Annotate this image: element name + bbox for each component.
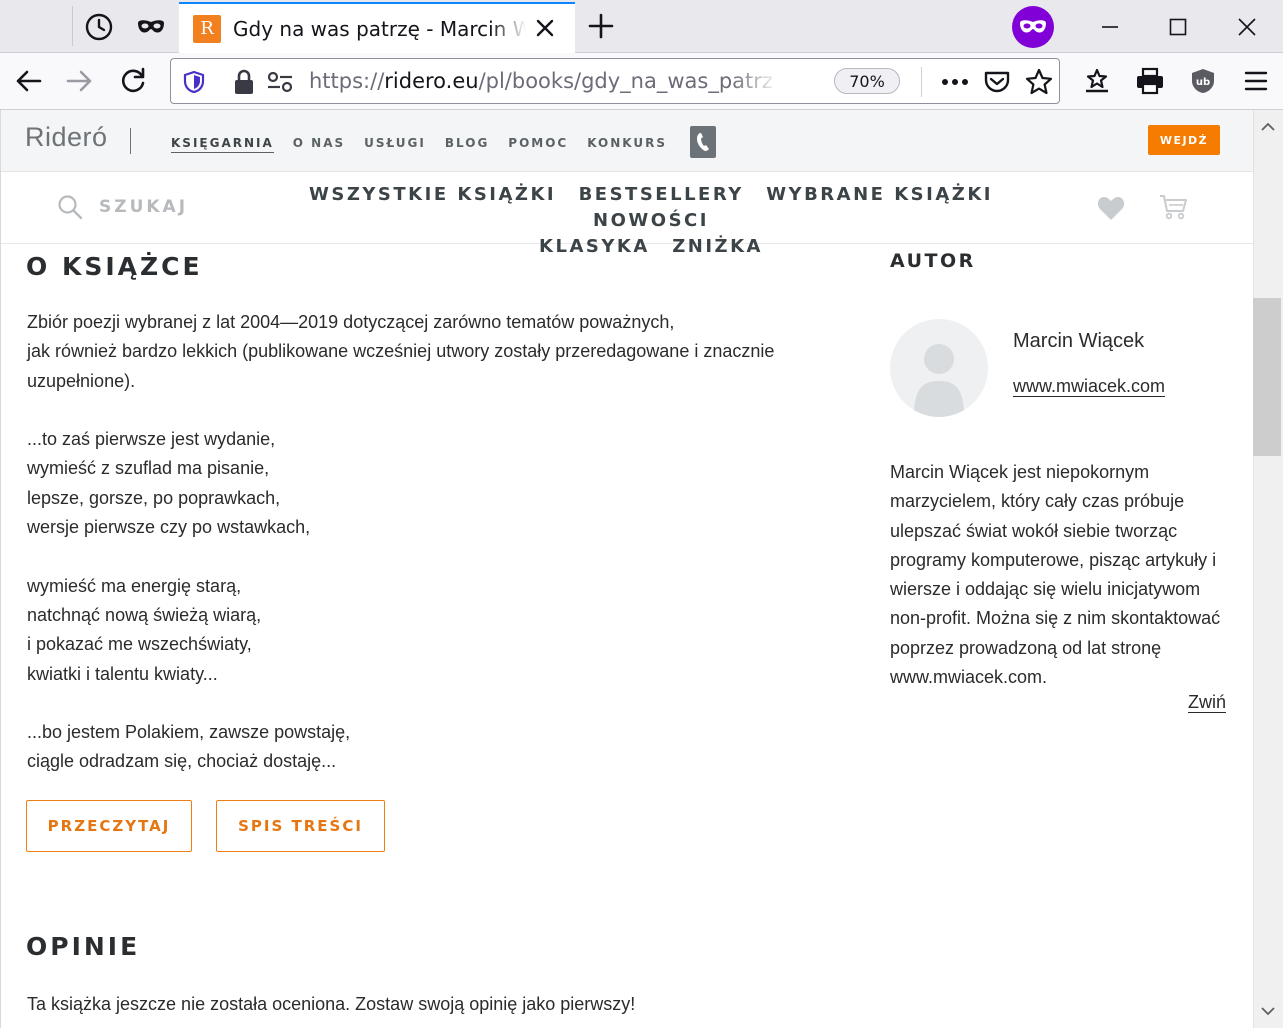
poem-line: natchnąć nową świeżą wiarą,	[27, 604, 262, 625]
category-new[interactable]: NOWOŚCI	[593, 210, 709, 231]
search-icon	[58, 195, 83, 220]
author-name[interactable]: Marcin Wiącek	[1013, 330, 1144, 353]
ublock-origin-icon[interactable]: ub	[1183, 61, 1223, 101]
pinned-tab-blank[interactable]	[18, 0, 72, 53]
login-button[interactable]: WEJDŹ	[1148, 125, 1220, 155]
page-scrollbar[interactable]	[1253, 110, 1283, 1028]
author-bio: Marcin Wiącek jest niepokornym marzyciel…	[890, 462, 1221, 688]
top-nav-bookstore[interactable]: KSIĘGARNIA	[171, 136, 274, 153]
close-window-icon[interactable]	[1212, 0, 1282, 53]
top-nav-services[interactable]: USŁUGI	[364, 136, 426, 153]
site-top-bar: Rideró KSIĘGARNIA O NAS USŁUGI BLOG POMO…	[1, 110, 1253, 172]
about-book-heading: O KSIĄŻCE	[26, 252, 203, 281]
category-bestsellers[interactable]: BESTSELLERY	[579, 184, 744, 205]
page-actions-more-icon[interactable]	[938, 65, 972, 99]
table-of-contents-button[interactable]: SPIS TREŚCI	[216, 800, 385, 852]
poem-line: ciągle odradzam się, chociaż dostaję...	[27, 751, 337, 772]
scroll-up-arrow-icon[interactable]	[1253, 112, 1283, 142]
minimize-window-icon[interactable]	[1075, 0, 1145, 53]
bookmarks-library-icon[interactable]	[1077, 61, 1117, 101]
maximize-window-icon[interactable]	[1143, 0, 1213, 53]
search-field[interactable]: SZUKAJ	[57, 194, 188, 220]
poem-line: i pokazać me wszechświaty,	[27, 634, 252, 655]
top-nav-blog[interactable]: BLOG	[445, 136, 489, 153]
pocket-icon[interactable]	[980, 65, 1014, 99]
author-website-link[interactable]: www.mwiacek.com	[1013, 376, 1166, 397]
poem-line: wymieść z szuflad ma pisanie,	[27, 458, 270, 479]
category-discount[interactable]: ZNIŻKA	[672, 236, 763, 257]
active-tab[interactable]: R Gdy na was patrzę - Marcin Wiącek	[179, 2, 575, 53]
poem-line: ...to zaś pierwsze jest wydanie,	[27, 429, 276, 450]
about-line: Zbiór poezji wybranej z lat 2004—2019 do…	[27, 312, 675, 332]
poem-line: lepsze, gorsze, po poprawkach,	[27, 487, 281, 508]
url-bar[interactable]: https://ridero.eu/pl/books/gdy_na_was_pa…	[170, 58, 1060, 104]
poem-line: ...bo jestem Polakiem, zawsze powstaję,	[27, 722, 351, 743]
about-line: jak również bardzo lekkich (publikowane …	[27, 341, 775, 391]
opinions-heading: OPINIE	[26, 932, 141, 961]
tab-title: Gdy na was patrzę - Marcin Wiącek	[233, 16, 526, 41]
ridero-logo[interactable]: Rideró	[25, 122, 108, 153]
category-classics[interactable]: KLASYKA	[539, 236, 650, 257]
category-links: WSZYSTKIE KSIĄŻKI BESTSELLERY WYBRANE KS…	[241, 182, 1061, 260]
svg-text:ub: ub	[1196, 77, 1210, 88]
scrollbar-thumb[interactable]	[1253, 298, 1281, 456]
poem-line: kwiatki i talentu kwiaty...	[27, 663, 218, 684]
top-nav-about[interactable]: O NAS	[293, 136, 345, 153]
bookmark-star-icon[interactable]	[1022, 65, 1056, 99]
shopping-cart-icon[interactable]	[1158, 193, 1188, 226]
private-browsing-icon	[1012, 6, 1054, 48]
history-icon[interactable]	[72, 0, 126, 53]
poem-line: wymieść ma energię starą,	[27, 575, 242, 596]
page-viewport: Rideró KSIĘGARNIA O NAS USŁUGI BLOG POMO…	[0, 110, 1253, 1028]
top-nav-contest[interactable]: KONKURS	[587, 136, 667, 153]
opinions-empty-text: Ta książka jeszcze nie została oceniona.…	[27, 994, 636, 1014]
search-placeholder: SZUKAJ	[99, 197, 189, 217]
private-mask-icon[interactable]	[124, 0, 178, 53]
zoom-level-button[interactable]: 70%	[834, 68, 900, 94]
url-path: /pl/books/gdy_na_was_patrz	[478, 69, 773, 93]
author-avatar	[890, 319, 988, 417]
logo-separator	[130, 128, 131, 154]
top-nav-help[interactable]: POMOC	[508, 136, 568, 153]
ridero-favicon-icon: R	[193, 14, 221, 43]
poem-line: wersje pierwsze czy po wstawkach,	[27, 517, 311, 538]
url-text[interactable]: https://ridero.eu/pl/books/gdy_na_was_pa…	[309, 69, 779, 93]
tracking-protection-shield-icon[interactable]	[177, 65, 211, 99]
browser-tab-bar: R Gdy na was patrzę - Marcin Wiącek	[0, 0, 1283, 53]
read-button[interactable]: PRZECZYTAJ	[26, 800, 192, 852]
forward-arrow-icon[interactable]	[60, 61, 100, 101]
category-nav-bar: SZUKAJ WSZYSTKIE KSIĄŻKI BESTSELLERY WYB…	[1, 172, 1253, 257]
tab-close-icon[interactable]	[531, 14, 559, 42]
author-heading: AUTOR	[890, 250, 976, 272]
reload-icon[interactable]	[113, 61, 153, 101]
site-permissions-icon[interactable]	[263, 65, 297, 99]
new-tab-plus-icon[interactable]	[585, 10, 617, 42]
phone-icon[interactable]	[690, 126, 716, 158]
url-host: ridero.eu	[384, 69, 479, 93]
lock-icon[interactable]	[227, 65, 261, 99]
about-book-text: Zbiór poezji wybranej z lat 2004—2019 do…	[27, 308, 837, 777]
back-arrow-icon[interactable]	[8, 61, 48, 101]
top-navigation: KSIĘGARNIA O NAS USŁUGI BLOG POMOC KONKU…	[171, 136, 686, 153]
print-icon[interactable]	[1130, 61, 1170, 101]
category-all-books[interactable]: WSZYSTKIE KSIĄŻKI	[309, 184, 556, 205]
user-silhouette-icon	[914, 344, 964, 417]
favorites-heart-icon[interactable]	[1097, 195, 1125, 226]
url-divider	[921, 67, 922, 97]
category-selected-books[interactable]: WYBRANE KSIĄŻKI	[766, 184, 993, 205]
browser-nav-bar: https://ridero.eu/pl/books/gdy_na_was_pa…	[0, 53, 1283, 110]
hamburger-menu-icon[interactable]	[1236, 61, 1276, 101]
scroll-down-arrow-icon[interactable]	[1253, 996, 1283, 1026]
collapse-bio-link[interactable]: Zwiń	[1188, 692, 1227, 713]
url-prefix: https://	[309, 69, 385, 93]
